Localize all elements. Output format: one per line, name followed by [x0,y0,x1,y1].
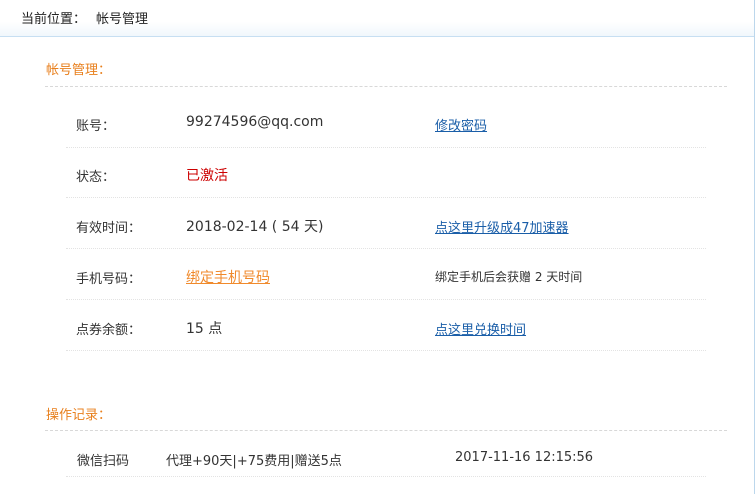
record-type: 微信扫码 [77,454,130,469]
points-value: 15 点 [186,321,223,337]
points-label: 点券余额： [76,323,142,338]
validity-label: 有效时间： [76,221,142,236]
record-time: 2017-11-16 12:15:56 [455,450,594,465]
breadcrumb: 当前位置： 帐号管理 [0,0,754,37]
exchange-time-link[interactable]: 点这里兑换时间 [435,319,526,338]
change-password-link[interactable]: 修改密码 [435,115,487,134]
records-section-title: 操作记录： [46,408,112,423]
account-section-title: 帐号管理： [46,63,112,78]
account-management-page: 当前位置： 帐号管理 帐号管理： 账号： 99274596@qq.com 修改密码… [0,0,755,494]
bind-phone-link[interactable]: 绑定手机号码 [186,267,270,287]
account-section-divider [45,86,727,87]
row-divider [66,350,706,351]
row-divider [66,299,706,300]
validity-value: 2018-02-14 ( 54 天) [186,219,324,235]
row-divider [66,197,706,198]
bind-phone-note: 绑定手机后会获赠 2 天时间 [435,270,583,284]
breadcrumb-current: 帐号管理 [96,12,149,27]
row-divider [66,147,706,148]
status-value: 已激活 [186,168,228,184]
status-label: 状态： [76,170,116,185]
row-divider [66,476,706,477]
record-detail: 代理+90天|+75费用|赠送5点 [166,454,342,469]
row-divider [66,248,706,249]
records-section-divider [45,430,727,431]
account-label: 账号： [76,119,116,134]
account-value: 99274596@qq.com [186,114,324,130]
upgrade-link[interactable]: 点这里升级成47加速器 [435,217,569,236]
breadcrumb-prefix: 当前位置： [21,12,87,27]
phone-label: 手机号码： [76,272,142,287]
